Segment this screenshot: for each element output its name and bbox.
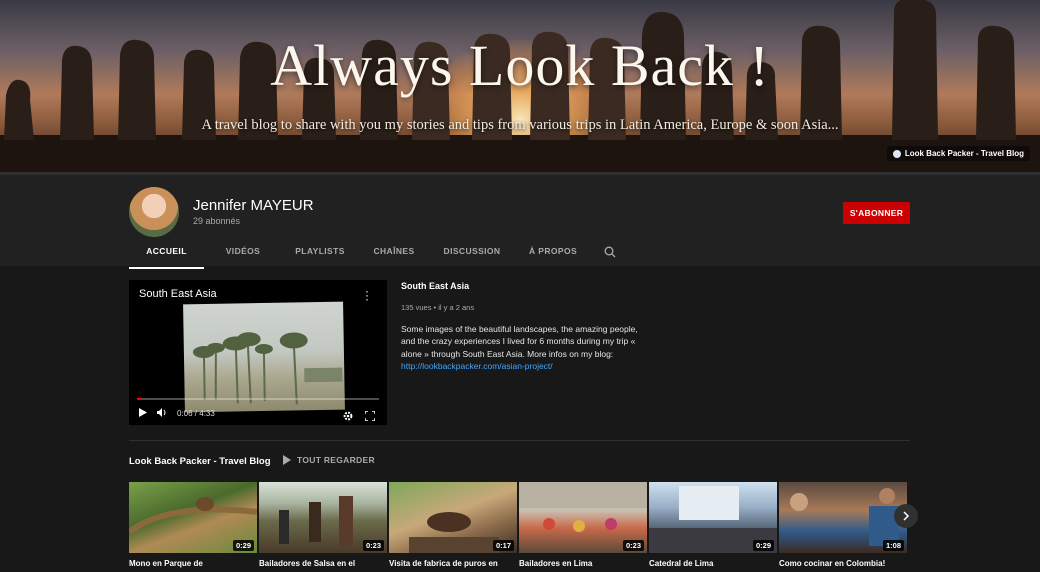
chevron-right-icon[interactable] — [894, 504, 918, 528]
featured-video-player[interactable]: South East Asia · · · 0:06 / 4:33 — [129, 280, 387, 425]
tab-discussion[interactable]: DISCUSSION — [430, 239, 514, 269]
video-thumbnail: 1:08 — [779, 482, 907, 553]
section-divider — [129, 440, 910, 441]
video-title: Bailadores en Lima — [519, 559, 593, 568]
banner-title: Always Look Back ! — [270, 33, 770, 98]
tab-a-propos[interactable]: À PROPOS — [518, 239, 588, 269]
channel-tabs: ACCUEIL VIDÉOS PLAYLISTS CHAÎNES DISCUSS… — [129, 239, 626, 269]
video-card[interactable]: 0:17 Visita de fabrica de puros en — [389, 482, 517, 568]
tab-playlists[interactable]: PLAYLISTS — [282, 239, 358, 269]
progress-fill — [137, 398, 143, 400]
player-controls-right — [343, 408, 376, 425]
play-all-button[interactable]: TOUT REGARDER — [283, 455, 375, 465]
video-frame-image — [183, 301, 345, 413]
video-title: Visita de fabrica de puros en — [389, 559, 498, 568]
video-card[interactable]: 0:29 Catedral de Lima — [649, 482, 777, 568]
tab-videos[interactable]: VIDÉOS — [208, 239, 278, 269]
video-card[interactable]: 0:29 Mono en Parque de — [129, 482, 257, 568]
channel-name: Jennifer MAYEUR — [193, 197, 314, 214]
video-duration: 0:29 — [232, 540, 254, 551]
settings-icon[interactable] — [343, 408, 353, 425]
description-text: Some images of the beautiful landscapes,… — [401, 324, 638, 359]
banner-subtitle: A travel blog to share with you my stori… — [201, 117, 839, 133]
globe-icon — [892, 149, 901, 158]
subscriber-count: 29 abonnés — [193, 216, 241, 226]
fullscreen-icon[interactable] — [364, 408, 376, 425]
featured-title[interactable]: South East Asia — [401, 281, 469, 291]
video-shelf: 0:29 Mono en Parque de 0:23 Bailadores d… — [129, 482, 907, 568]
video-duration: 0:23 — [622, 540, 644, 551]
subscribe-button[interactable]: S'ABONNER — [843, 202, 910, 224]
banner-link-label: Look Back Packer - Travel Blog — [904, 149, 1024, 158]
avatar[interactable] — [129, 187, 179, 237]
video-duration: 0:23 — [362, 540, 384, 551]
video-duration: 0:17 — [492, 540, 514, 551]
play-icon[interactable] — [139, 408, 147, 419]
video-title: Como cocinar en Colombia! — [779, 559, 886, 568]
player-title: South East Asia — [139, 288, 217, 300]
banner-link[interactable]: Look Back Packer - Travel Blog — [886, 146, 1030, 161]
channel-banner: Always Look Back ! A travel blog to shar… — [0, 0, 1040, 172]
channel-header: Jennifer MAYEUR 29 abonnés S'ABONNER ACC… — [0, 172, 1040, 269]
featured-meta: 135 vues • il y a 2 ans — [401, 303, 475, 312]
video-title: Mono en Parque de — [129, 559, 203, 568]
tab-accueil[interactable]: ACCUEIL — [129, 239, 204, 269]
video-thumbnail: 0:23 — [259, 482, 387, 553]
tab-chaines[interactable]: CHAÎNES — [362, 239, 426, 269]
video-title: Catedral de Lima — [649, 559, 714, 568]
progress-bar[interactable] — [137, 398, 379, 400]
play-all-label: TOUT REGARDER — [297, 455, 375, 465]
video-card[interactable]: 1:08 Como cocinar en Colombia! — [779, 482, 907, 568]
search-icon[interactable] — [604, 239, 626, 269]
more-vert-icon[interactable]: · · · — [365, 285, 369, 305]
description-link[interactable]: http://lookbackpacker.com/asian-project/ — [401, 361, 553, 371]
video-duration: 1:08 — [882, 540, 904, 551]
play-all-icon — [283, 455, 291, 465]
volume-icon[interactable] — [157, 408, 167, 419]
time-display: 0:06 / 4:33 — [177, 409, 215, 418]
video-card[interactable]: 0:23 Bailadores en Lima — [519, 482, 647, 568]
video-card[interactable]: 0:23 Bailadores de Salsa en el — [259, 482, 387, 568]
player-controls: 0:06 / 4:33 — [139, 408, 215, 419]
video-title: Bailadores de Salsa en el — [259, 559, 356, 568]
video-thumbnail: 0:29 — [129, 482, 257, 553]
video-duration: 0:29 — [752, 540, 774, 551]
featured-description: Some images of the beautiful landscapes,… — [401, 323, 646, 372]
shelf-title[interactable]: Look Back Packer - Travel Blog — [129, 456, 271, 467]
video-thumbnail: 0:29 — [649, 482, 777, 553]
video-thumbnail: 0:17 — [389, 482, 517, 553]
video-thumbnail: 0:23 — [519, 482, 647, 553]
